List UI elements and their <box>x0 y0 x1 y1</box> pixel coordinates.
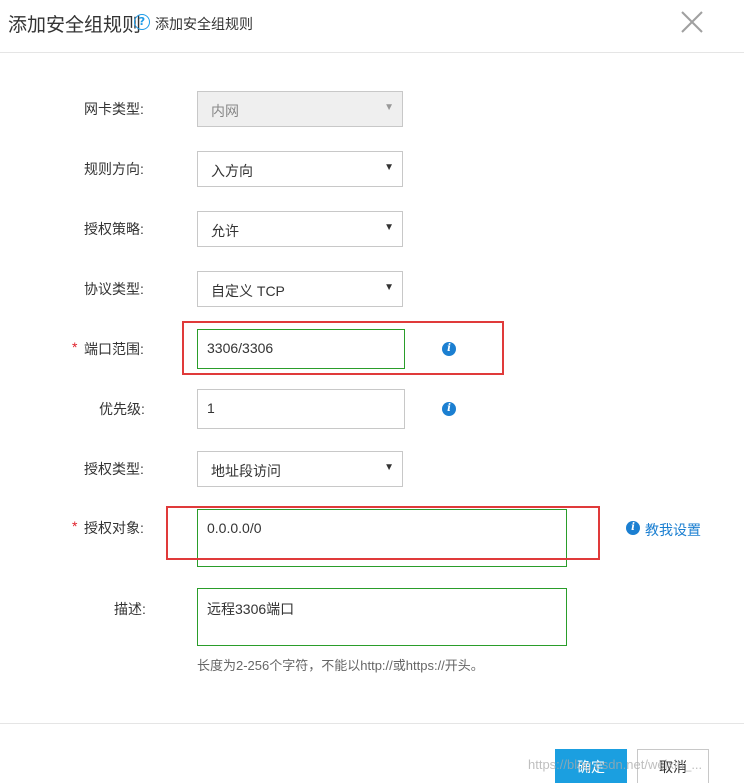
footer-divider <box>0 723 744 724</box>
auth-type-value: 地址段访问 <box>211 463 281 479</box>
dropdown-arrow-icon: ▼ <box>384 462 394 473</box>
auth-object-label: 授权对象: <box>84 520 144 536</box>
auth-type-select[interactable]: 地址段访问 ▼ <box>197 451 403 487</box>
info-icon[interactable]: i <box>442 402 456 416</box>
description-textarea[interactable]: 远程3306端口 <box>197 588 567 646</box>
description-hint: 长度为2-256个字符，不能以http://或https://开头。 <box>197 658 484 673</box>
protocol-type-select[interactable]: 自定义 TCP ▼ <box>197 271 403 307</box>
rule-direction-label: 规则方向: <box>84 161 144 177</box>
auth-policy-label: 授权策略: <box>84 221 144 237</box>
nic-type-select: 内网 ▼ <box>197 91 403 127</box>
dropdown-arrow-icon: ▼ <box>384 282 394 293</box>
auth-policy-value: 允许 <box>211 223 239 239</box>
nic-type-value: 内网 <box>211 103 239 119</box>
help-link[interactable]: 添加安全组规则 <box>155 14 253 34</box>
close-icon <box>681 11 703 33</box>
protocol-type-label: 协议类型: <box>84 281 144 297</box>
annotation-highlight-box <box>166 506 600 560</box>
description-label: 描述: <box>114 601 146 617</box>
dropdown-arrow-icon: ▼ <box>384 222 394 233</box>
description-value: 远程3306端口 <box>207 601 295 617</box>
add-security-group-rule-dialog: 添加安全组规则 ? 添加安全组规则 网卡类型: 内网 ▼ 规则方向: 入方向 ▼… <box>0 0 744 783</box>
port-range-label: 端口范围: <box>84 341 144 357</box>
priority-label: 优先级: <box>99 401 145 417</box>
annotation-highlight-box <box>182 321 504 375</box>
protocol-type-value: 自定义 TCP <box>211 283 285 299</box>
nic-type-label: 网卡类型: <box>84 101 144 117</box>
dialog-title: 添加安全组规则 <box>8 15 142 36</box>
auth-policy-select[interactable]: 允许 ▼ <box>197 211 403 247</box>
dialog-header: 添加安全组规则 ? 添加安全组规则 <box>0 0 744 53</box>
auth-type-label: 授权类型: <box>84 461 144 477</box>
rule-direction-select[interactable]: 入方向 ▼ <box>197 151 403 187</box>
ok-button[interactable]: 确定 <box>555 749 627 783</box>
cancel-button[interactable]: 取消 <box>637 749 709 783</box>
dropdown-arrow-icon: ▼ <box>384 102 394 113</box>
close-button[interactable] <box>678 8 706 36</box>
rule-direction-value: 入方向 <box>211 163 253 179</box>
info-icon: i <box>626 521 640 535</box>
priority-value: 1 <box>207 400 215 416</box>
required-mark: * <box>72 518 78 534</box>
dropdown-arrow-icon: ▼ <box>384 162 394 173</box>
question-circle-icon[interactable]: ? <box>134 14 150 30</box>
priority-input[interactable]: 1 <box>197 389 405 429</box>
required-mark: * <box>72 339 78 355</box>
teach-me-link[interactable]: 教我设置 <box>645 520 701 540</box>
